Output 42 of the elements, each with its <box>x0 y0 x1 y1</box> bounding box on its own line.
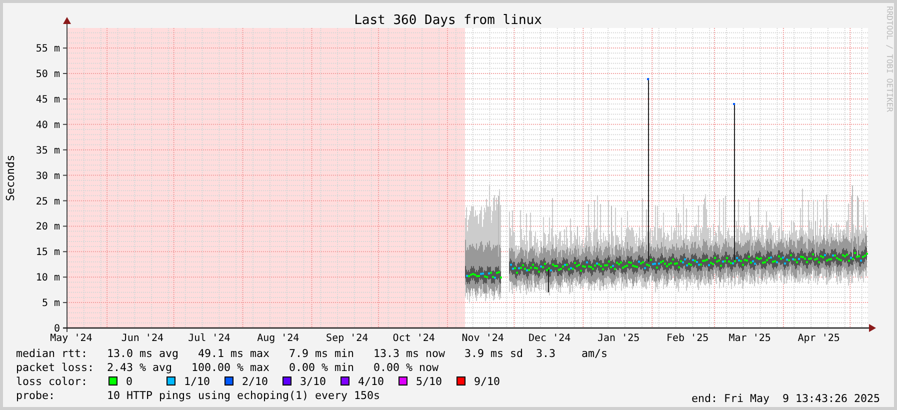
legend-item: 5/10 <box>416 375 442 388</box>
tick-label: 5 m <box>42 298 60 310</box>
tick-label: May '24 <box>50 333 92 344</box>
legend-label: probe: <box>16 389 56 402</box>
legend-values: 2.43 % avg 100.00 % max 0.00 % min 0.00 % now <box>107 361 439 374</box>
tick-label: 0 <box>54 324 60 334</box>
tick-label: 30 m <box>36 170 60 182</box>
legend-label: packet loss: <box>16 361 94 374</box>
legend-item: 3/10 <box>300 375 326 388</box>
tick-label: 20 m <box>36 222 60 233</box>
tick-label: Mar '25 <box>728 333 771 344</box>
tick-label: Nov '24 <box>462 333 504 344</box>
tick-label: 35 m <box>36 145 60 156</box>
tick-label: Dec '24 <box>528 333 571 344</box>
legend-values: 13.0 ms avg 49.1 ms max 7.9 ms min 13.3 ms now 3.9 ms sd 3.3 am/s <box>107 347 608 360</box>
probe-description: 10 HTTP pings using echoping(1) every 150s <box>107 389 380 402</box>
end-time: end: Fri May 9 13:43:26 2025 <box>691 392 880 405</box>
legend-label: loss color: <box>16 375 88 388</box>
tick-label: Jun '24 <box>121 333 164 344</box>
legend-label: median rtt: <box>16 347 88 360</box>
tick-label: 10 m <box>36 272 60 284</box>
tick-label: 45 m <box>36 94 60 106</box>
chart-title: Last 360 Days from linux <box>354 13 542 28</box>
legend-item: 2/10 <box>242 375 268 388</box>
legend-item: 0 <box>126 375 133 388</box>
tick-label: 15 m <box>36 247 60 258</box>
credit-text: RRDTOOL / TOBI OETIKER <box>885 6 894 112</box>
tick-label: 40 m <box>36 120 60 131</box>
tick-label: Feb '25 <box>666 333 709 344</box>
tick-label: 55 m <box>36 44 60 55</box>
tick-label: Jan '25 <box>598 333 640 344</box>
axis-label: Seconds <box>4 154 17 202</box>
tick-label: Apr '25 <box>798 333 840 344</box>
legend-item: 4/10 <box>358 375 384 388</box>
tick-label: Jul '24 <box>188 333 230 344</box>
tick-label: 50 m <box>36 69 60 80</box>
tick-label: Sep '24 <box>326 333 368 344</box>
legend-item: 9/10 <box>474 375 500 388</box>
tick-label: Oct '24 <box>392 333 435 344</box>
tick-label: 25 m <box>36 196 60 208</box>
tick-label: Aug '24 <box>257 333 300 344</box>
legend-item: 1/10 <box>184 375 210 388</box>
